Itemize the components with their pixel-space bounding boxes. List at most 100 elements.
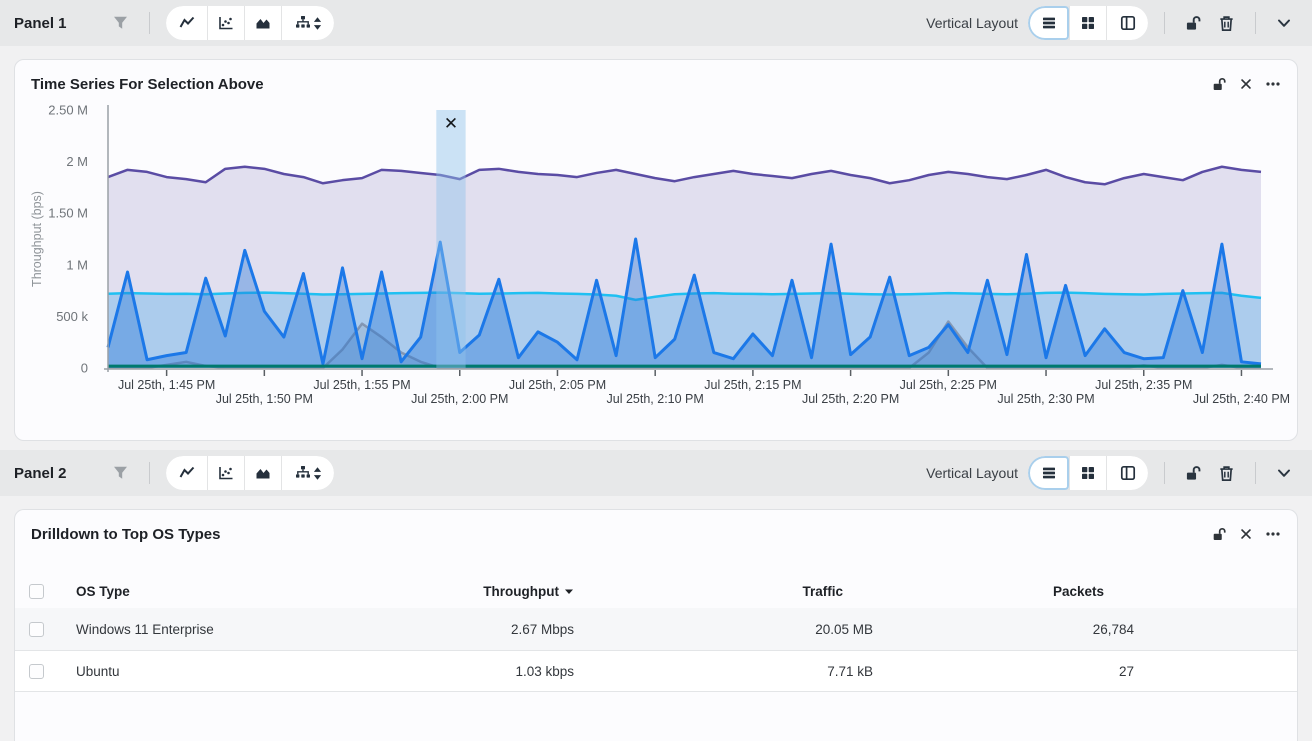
divider [149,12,150,34]
x-tick-label: Jul 25th, 2:00 PM [411,392,508,406]
x-tick-label: Jul 25th, 2:25 PM [900,378,997,392]
line-chart-button[interactable] [166,456,207,490]
os-type-cell: Ubuntu [76,664,421,679]
selection-band[interactable] [436,110,465,368]
panel-layout-button[interactable] [1107,456,1148,490]
traffic-cell: 7.71 kB [574,664,873,679]
unlock-icon [1185,465,1202,482]
drilldown-card: Drilldown to Top OS Types OS Type Throug… [14,509,1298,741]
divider [1255,12,1256,34]
row-checkbox[interactable] [29,664,44,679]
column-header-packets[interactable]: Packets [873,584,1134,599]
grid-layout-button[interactable] [1070,6,1106,40]
hierarchy-icon [295,15,311,31]
delete-button[interactable] [1214,461,1239,486]
close-icon [1239,77,1253,91]
ellipsis-icon [1265,526,1281,542]
trash-icon [1218,465,1235,482]
line-chart-icon [179,465,195,481]
x-tick-label: Jul 25th, 2:15 PM [704,378,801,392]
panel-layout-icon [1120,465,1136,481]
scatter-chart-icon [218,465,234,481]
more-button[interactable] [1262,73,1284,95]
rows-layout-icon [1041,15,1057,31]
unlock-button[interactable] [1181,11,1206,36]
packets-cell: 27 [873,664,1134,679]
y-axis-label: Throughput (bps) [30,191,44,287]
area-chart-button[interactable] [245,456,281,490]
scatter-chart-button[interactable] [208,456,244,490]
x-tick-label: Jul 25th, 2:30 PM [997,392,1094,406]
unlock-button[interactable] [1209,74,1230,95]
unlock-button[interactable] [1209,524,1230,545]
layout-label: Vertical Layout [926,465,1018,481]
timeseries-card: Time Series For Selection Above ✕0500 k1… [14,59,1298,441]
table-row[interactable]: Windows 11 Enterprise2.67 Mbps20.05 MB26… [15,608,1297,650]
line-chart-icon [179,15,195,31]
filter-button[interactable] [108,11,133,35]
os-type-cell: Windows 11 Enterprise [76,622,421,637]
area-chart-button[interactable] [245,6,281,40]
column-header-label: Throughput [483,584,559,599]
panel-layout-button[interactable] [1107,6,1148,40]
panel-2-bar: Panel 2 Vertical Layout [0,450,1312,496]
chevron-down-icon [1276,15,1292,31]
rows-layout-button[interactable] [1028,6,1069,40]
select-all-checkbox[interactable] [29,584,44,599]
drilldown-card-head: Drilldown to Top OS Types [15,510,1297,544]
y-tick-label: 2.50 M [48,103,88,118]
panel-2-body: Drilldown to Top OS Types OS Type Throug… [0,496,1312,741]
rows-layout-icon [1041,465,1057,481]
timeseries-card-head: Time Series For Selection Above [15,60,1297,94]
row-checkbox[interactable] [29,622,44,637]
table-body: Windows 11 Enterprise2.67 Mbps20.05 MB26… [15,608,1297,692]
table-row[interactable]: Ubuntu1.03 kbps7.71 kB27 [15,650,1297,692]
column-header-throughput[interactable]: Throughput [421,584,574,599]
close-button[interactable] [1236,74,1256,94]
chart-type-toggle [166,6,334,40]
hierarchy-sort-button[interactable] [282,6,334,40]
selection-close-button[interactable]: ✕ [444,114,458,133]
y-tick-label: 2 M [66,154,88,169]
collapse-button[interactable] [1272,461,1296,485]
unlock-button[interactable] [1181,461,1206,486]
more-button[interactable] [1262,523,1284,545]
table-header: OS Type Throughput Traffic Packets [15,574,1297,608]
filter-button[interactable] [108,461,133,485]
x-tick-label: Jul 25th, 1:50 PM [216,392,313,406]
x-tick-label: Jul 25th, 1:55 PM [313,378,410,392]
sort-arrows-icon [313,466,322,481]
scatter-chart-button[interactable] [208,6,244,40]
rows-layout-button[interactable] [1028,456,1069,490]
delete-button[interactable] [1214,11,1239,36]
card-title: Drilldown to Top OS Types [31,525,220,544]
grid-layout-icon [1080,465,1096,481]
layout-toggle [1028,6,1148,40]
line-chart-button[interactable] [166,6,207,40]
grid-layout-button[interactable] [1070,456,1106,490]
panel-1-body: Time Series For Selection Above ✕0500 k1… [0,46,1312,450]
column-header-os-type[interactable]: OS Type [76,584,421,599]
timeseries-chart[interactable]: ✕0500 k1 M1.50 M2 M2.50 MJul 25th, 1:45 … [15,100,1295,412]
area-chart-icon [255,465,271,481]
x-tick-label: Jul 25th, 2:35 PM [1095,378,1192,392]
sort-arrows-icon [313,16,322,31]
collapse-button[interactable] [1272,11,1296,35]
x-tick-label: Jul 25th, 2:10 PM [607,392,704,406]
divider [1164,12,1165,34]
hierarchy-sort-button[interactable] [282,456,334,490]
filter-icon [112,15,129,31]
divider [1164,462,1165,484]
trash-icon [1218,15,1235,32]
close-icon [1239,527,1253,541]
throughput-cell: 2.67 Mbps [421,622,574,637]
chart-type-toggle [166,456,334,490]
area-chart-icon [255,15,271,31]
column-header-traffic[interactable]: Traffic [574,584,873,599]
y-tick-label: 1 M [66,257,88,272]
y-tick-label: 1.50 M [48,206,88,221]
panel-2: Panel 2 Vertical Layout Drilldown to Top… [0,450,1312,741]
x-tick-label: Jul 25th, 1:45 PM [118,378,215,392]
close-button[interactable] [1236,524,1256,544]
card-title: Time Series For Selection Above [31,75,264,94]
